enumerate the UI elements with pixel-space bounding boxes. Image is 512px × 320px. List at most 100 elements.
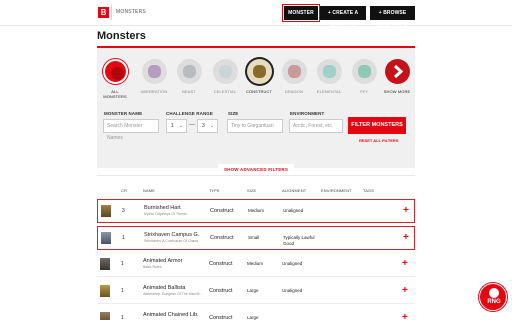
header-alignment[interactable]: ALIGNMENT [282,188,306,193]
header-type[interactable]: TYPE [209,188,220,193]
site-logo-icon[interactable]: B [98,7,109,18]
row-source: Basic Rules [143,265,162,269]
row-source: Waterdeep: Dungeon Of The Mad M... [143,292,203,296]
header-cr[interactable]: CR [121,188,127,193]
celestial-icon [212,59,238,84]
create-monster-button[interactable]: + CREATE A MONSTER [320,6,366,30]
expand-plus-icon[interactable]: + [402,258,408,269]
rng-dice-button[interactable]: RNG [479,283,507,311]
expand-plus-icon[interactable]: + [403,205,409,216]
dice-icon [489,288,499,298]
dragon-icon [281,59,307,84]
category-construct[interactable]: CONSTRUCT [244,54,274,94]
cr-min-value: 1 [171,123,174,129]
category-label: SHOW MORE [383,89,411,94]
row-cr: 1 [121,288,124,294]
header-size[interactable]: SIZE [247,188,256,193]
monster-rules-button[interactable]: MONSTER RULES [282,4,320,30]
category-label: FEY [359,89,369,94]
monster-name-label: MONSTER NAME [104,111,143,116]
row-alignment: Typically Lawful Good [283,235,315,246]
row-name[interactable]: Strixhaven Campus G... [144,232,200,238]
advanced-filters-toggle: SHOW ADVANCED FILTERS [97,158,415,176]
rng-label: RNG [487,299,501,305]
category-elemental[interactable]: ELEMENTAL [314,54,344,94]
show-advanced-filters-link[interactable]: SHOW ADVANCED FILTERS [217,164,295,175]
category-all-monsters[interactable]: ALL MONSTERS [100,54,130,99]
row-size: Large [247,315,259,320]
row-type: Construct [209,288,233,294]
expand-plus-icon[interactable]: + [403,232,409,243]
cr-max-value: 3 [202,123,205,129]
header-name[interactable]: NAME [143,188,155,193]
category-show-more[interactable]: SHOW MORE [382,54,412,94]
row-source: Mythic Odysseys Of Theros [144,212,187,216]
monster-avatar [101,232,111,244]
row-name[interactable]: Animated Chained Lib... [143,312,199,318]
construct-icon [246,59,272,84]
row-cr: 1 [121,315,124,320]
monster-avatar [101,205,111,217]
reset-filters-link[interactable]: RESET ALL FILTERS [359,138,398,143]
category-celestial[interactable]: CELESTIAL [210,54,240,94]
environment-input[interactable]: Arctic, Forest, etc. [289,119,343,133]
monster-avatar [100,258,110,270]
row-size: Medium [248,208,265,213]
browse-homebrew-button[interactable]: + BROWSE HOMEBREW [370,6,415,30]
table-row[interactable]: 1 Animated Ballista Waterdeep: Dungeon O… [97,280,415,304]
size-label: SIZE [228,111,239,116]
cr-min-select[interactable]: 1 ⌄ [166,119,187,133]
category-label: DRAGON [284,89,304,94]
category-beast[interactable]: BEAST [174,54,204,94]
row-name[interactable]: Animated Ballista [143,285,199,291]
category-list: ALL MONSTERS ABERRATION BEAST CELESTIAL … [97,54,415,104]
row-cr: 1 [122,235,125,241]
expand-plus-icon[interactable]: + [402,285,408,296]
category-fey[interactable]: FEY [349,54,379,94]
expand-plus-icon[interactable]: + [402,312,408,320]
row-size: Large [247,288,259,293]
all-monsters-icon [102,59,128,84]
category-aberration[interactable]: ABERRATION [139,54,169,94]
page-title: Monsters [97,30,146,42]
chevron-right-icon [384,59,410,84]
row-cr: 3 [122,208,125,214]
row-alignment: Unaligned [282,261,303,266]
row-size: Small [248,235,260,240]
table-header: CR NAME TYPE SIZE ALIGNMENT ENVIRONMENT … [97,186,415,196]
row-source: Strixhaven: A Curriculum Of Chaos [144,239,199,243]
category-label: CELESTIAL [213,89,237,94]
row-type: Construct [210,235,234,241]
table-row[interactable]: 3 Burnished Hart Mythic Odysseys Of Ther… [97,199,415,223]
environment-label: ENVIRONMENT [290,111,325,116]
aberration-icon [141,59,167,84]
row-name[interactable]: Burnished Hart [144,205,200,211]
elemental-icon [316,59,342,84]
row-cr: 1 [121,261,124,267]
category-label: ABERRATION [140,89,168,94]
header-tags[interactable]: TAGS [363,188,374,193]
breadcrumb[interactable]: MONSTERS [116,9,146,15]
filter-monsters-button[interactable]: FILTER MONSTERS [348,117,406,134]
table-row[interactable]: 1 Animated Chained Lib... Construct Larg… [97,307,415,320]
monster-name-input[interactable]: Search Monster Names [103,119,159,141]
fey-icon [351,59,377,84]
monster-avatar [100,285,110,297]
monster-avatar [100,312,110,320]
chevron-down-icon: ⌄ [178,123,183,129]
category-label: CONSTRUCT [245,89,272,94]
row-type: Construct [209,315,233,320]
filter-panel: ALL MONSTERS ABERRATION BEAST CELESTIAL … [97,48,415,168]
beast-icon [176,59,202,84]
top-bar: B MONSTERS MONSTER RULES + CREATE A MONS… [0,0,512,30]
category-dragon[interactable]: DRAGON [279,54,309,94]
breadcrumb-divider [111,5,112,20]
row-name[interactable]: Animated Armor [143,258,199,264]
table-row[interactable]: 1 Animated Armor Basic Rules Construct M… [97,253,415,277]
row-type: Construct [210,208,234,214]
table-row[interactable]: 1 Strixhaven Campus G... Strixhaven: A C… [97,226,415,250]
challenge-range-label: CHALLENGE RANGE [166,111,214,116]
size-input[interactable]: Tiny to Gargantuan [227,119,283,133]
header-environment[interactable]: ENVIRONMENT [321,188,352,193]
cr-max-select[interactable]: 3 ⌄ [197,119,218,133]
